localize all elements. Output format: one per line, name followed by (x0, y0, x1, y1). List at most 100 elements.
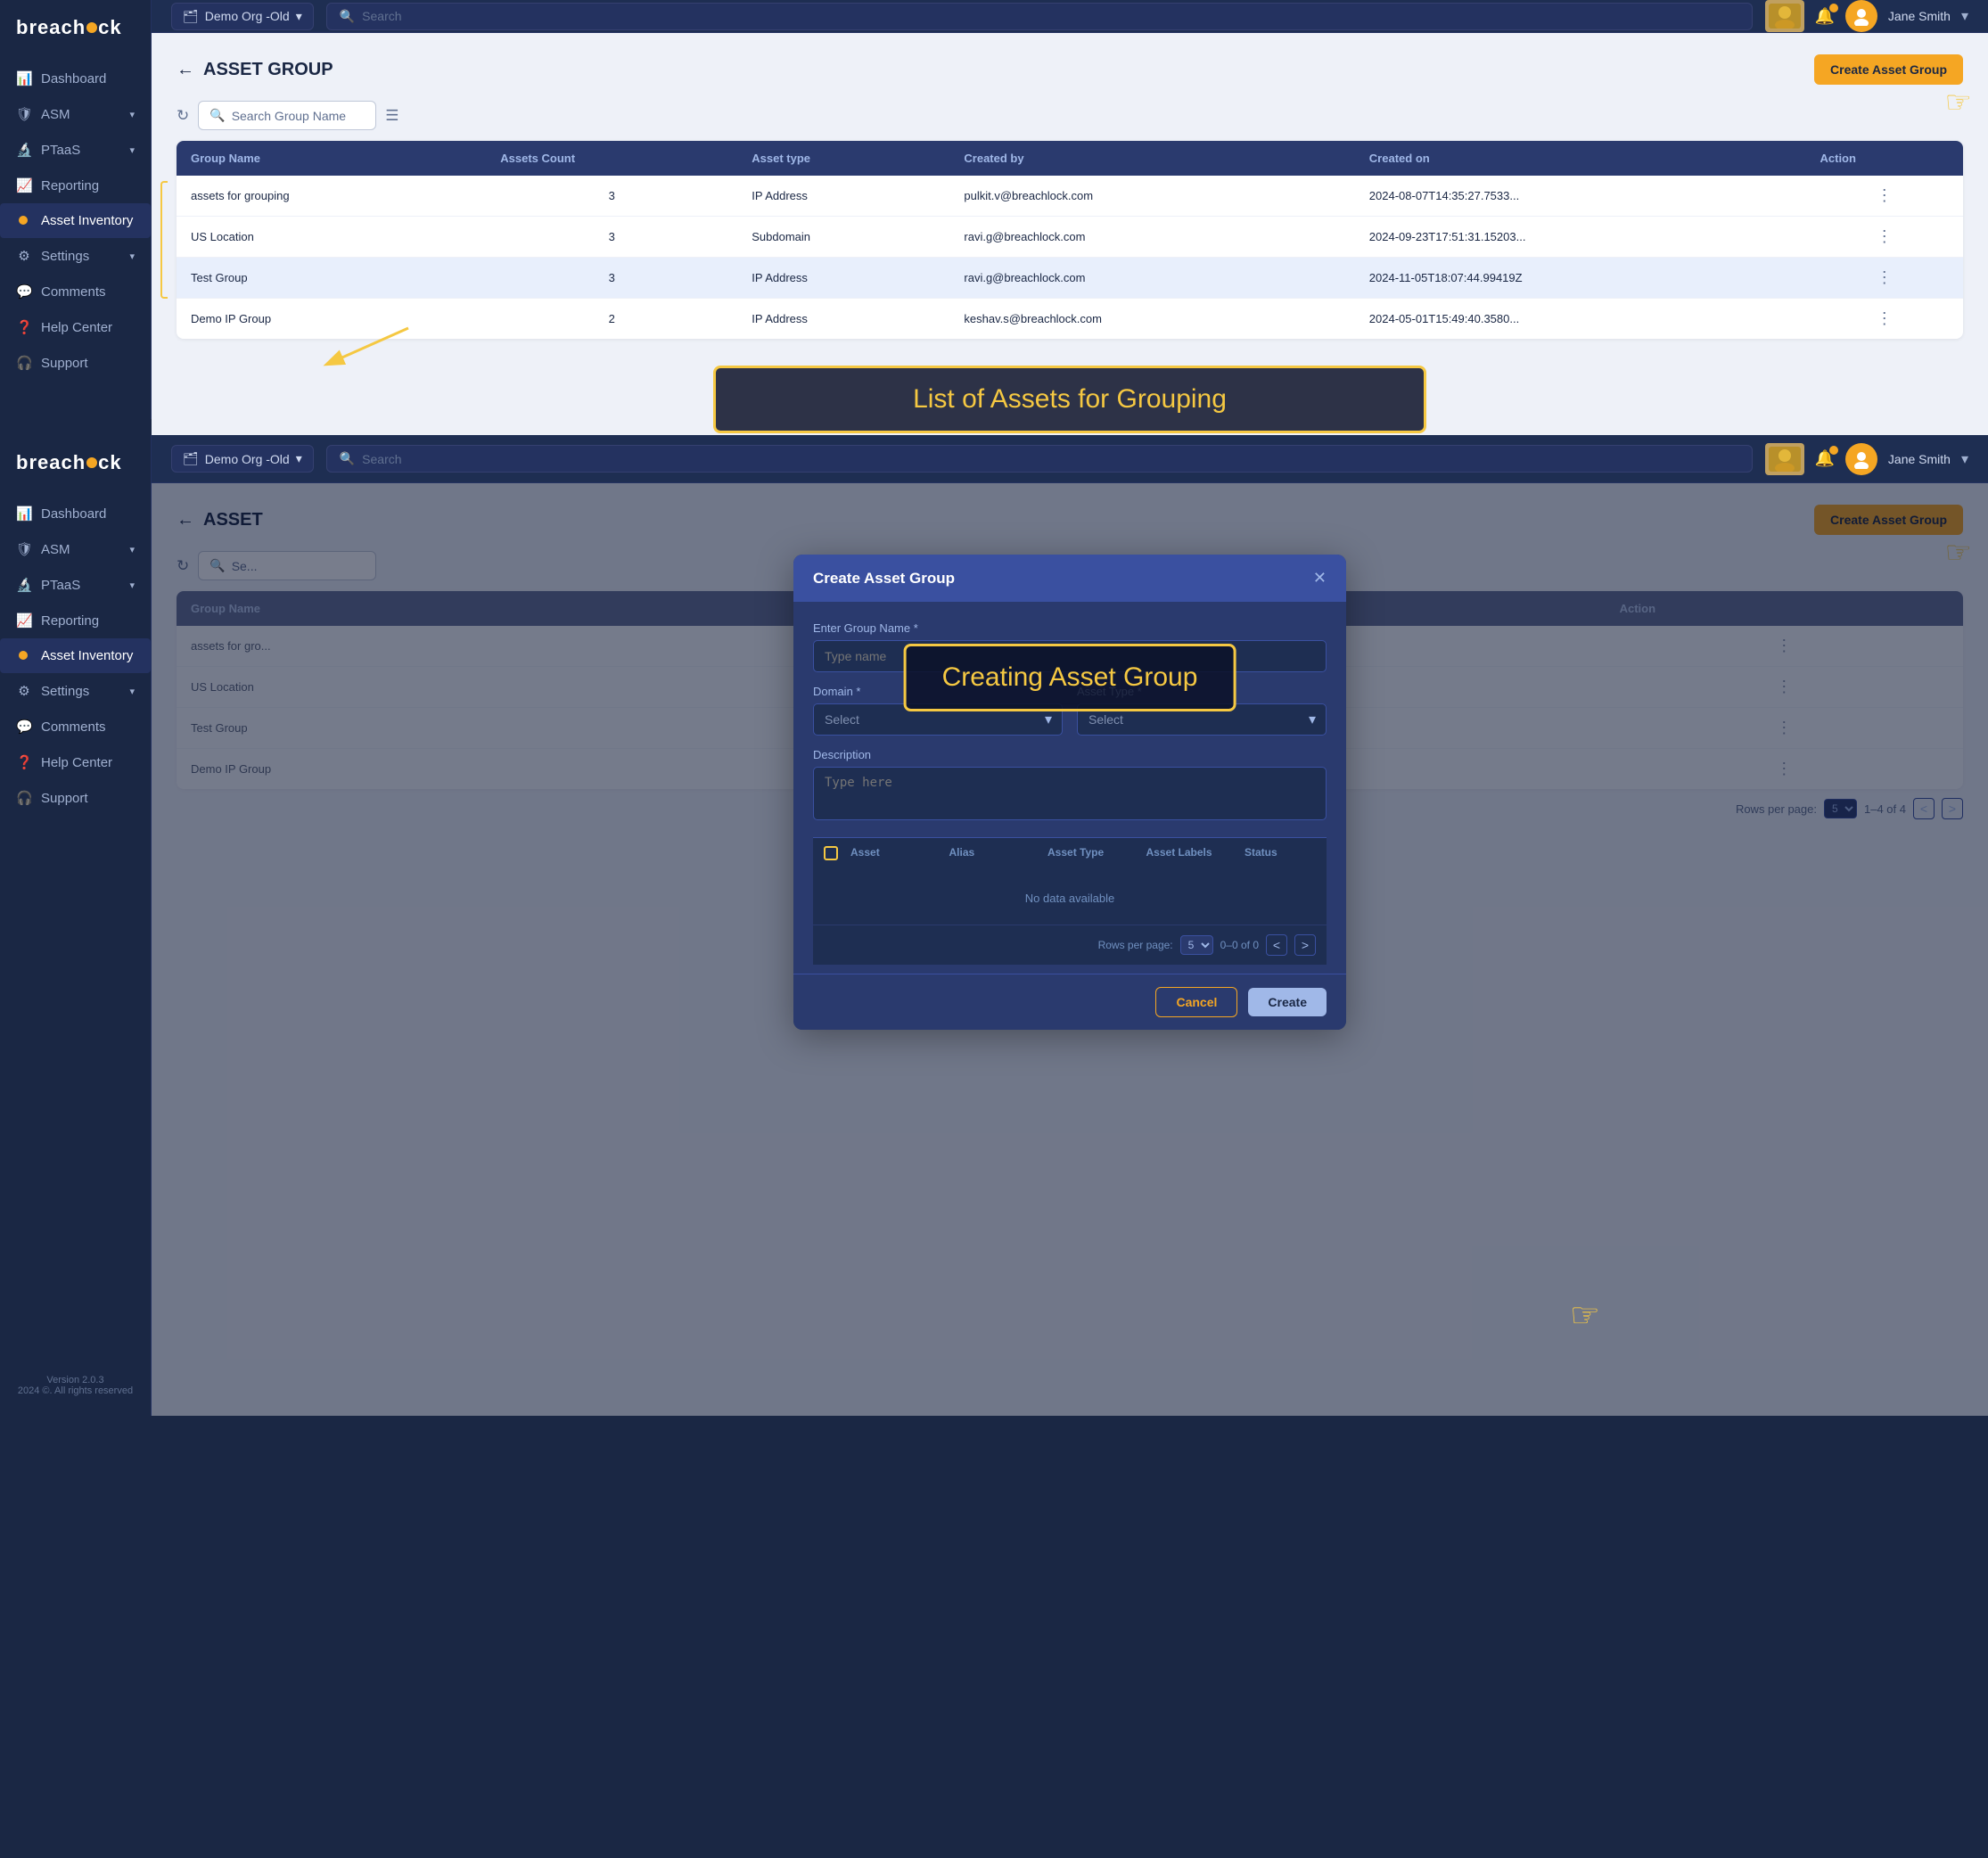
modal-pagination-range: 0–0 of 0 (1220, 939, 1259, 951)
sidebar-item-label: Support (41, 356, 88, 371)
logo-dot (86, 22, 97, 33)
search-icon: 🔍 (209, 108, 225, 123)
chevron-down-icon: ▾ (129, 144, 135, 156)
cell-created-by: ravi.g@breachlock.com (949, 258, 1354, 299)
chevron-down-icon: ▾ (129, 580, 135, 591)
sidebar-bottom-help-center[interactable]: ❓ Help Center (0, 744, 151, 780)
copyright-text: 2024 ©. All rights reserved (16, 1385, 135, 1396)
notification-bell[interactable]: 🔔 (1815, 7, 1835, 26)
sidebar-item-comments[interactable]: 💬 Comments (0, 274, 151, 309)
cancel-button[interactable]: Cancel (1155, 987, 1237, 1017)
thumbnail (1765, 0, 1804, 32)
modal-close-button[interactable]: ✕ (1313, 569, 1327, 588)
table-row: Test Group 3 IP Address ravi.g@breachloc… (177, 258, 1963, 299)
logo: breachck (0, 16, 151, 61)
action-menu-icon[interactable]: ⋮ (1820, 268, 1950, 287)
settings-icon: ⚙ (16, 683, 32, 699)
sidebar-item-label: Comments (41, 719, 106, 735)
annotation-label-top: List of Assets for Grouping (713, 366, 1426, 433)
notification-bell-bottom[interactable]: 🔔 (1815, 449, 1835, 468)
cell-action[interactable]: ⋮ (1806, 217, 1964, 258)
dashboard-icon: 📊 (16, 70, 32, 86)
asset-group-table: Group Name Assets Count Asset type Creat… (177, 141, 1963, 339)
header-search-bottom[interactable]: 🔍 Search (326, 445, 1753, 473)
page-title-text: ASSET GROUP (203, 60, 333, 80)
action-menu-icon[interactable]: ⋮ (1820, 186, 1950, 205)
sidebar-item-ptaas[interactable]: 🔬 PTaaS ▾ (0, 132, 151, 168)
header-search[interactable]: 🔍 Search (326, 3, 1753, 30)
action-menu-icon[interactable]: ⋮ (1820, 227, 1950, 246)
sidebar-bottom-support[interactable]: 🎧 Support (0, 780, 151, 816)
sidebar-bottom-reporting[interactable]: 📈 Reporting (0, 603, 151, 638)
sidebar-item-settings[interactable]: ⚙ Settings ▾ (0, 238, 151, 274)
modal-prev-page-button[interactable]: < (1266, 934, 1287, 956)
sidebar-item-label: Dashboard (41, 506, 106, 522)
help-icon: ❓ (16, 319, 32, 335)
sidebar-version: Version 2.0.3 2024 ©. All rights reserve… (0, 1364, 151, 1407)
cell-action[interactable]: ⋮ (1806, 258, 1964, 299)
annotation-text: List of Assets for Grouping (913, 384, 1227, 414)
sidebar-item-asset-inventory[interactable]: Asset Inventory (0, 203, 151, 238)
cell-created-on: 2024-11-05T18:07:44.99419Z (1355, 258, 1806, 299)
sidebar-item-label: Help Center (41, 320, 112, 335)
sidebar-bottom-asset-inventory[interactable]: Asset Inventory (0, 638, 151, 673)
sidebar-item-help-center[interactable]: ❓ Help Center (0, 309, 151, 345)
sidebar-item-dashboard[interactable]: 📊 Dashboard (0, 61, 151, 96)
user-chevron-icon[interactable]: ▾ (1961, 450, 1968, 468)
no-data-text: No data available (1025, 892, 1114, 905)
chevron-down-icon: ▾ (129, 544, 135, 555)
filter-icon[interactable]: ☰ (385, 107, 398, 125)
col-created-on: Created on (1355, 141, 1806, 176)
org-selector[interactable]: 🗂 Demo Org -Old ▾ (171, 3, 314, 30)
org-icon: 🗂 (183, 9, 199, 24)
sidebar-item-label: Asset Inventory (41, 213, 133, 228)
sidebar-item-support[interactable]: 🎧 Support (0, 345, 151, 381)
col-assets-count: Assets Count (486, 141, 737, 176)
sidebar-bottom-asm[interactable]: 🛡 ASM ▾ (0, 531, 151, 567)
sidebar-bottom-comments[interactable]: 💬 Comments (0, 709, 151, 744)
comments-icon: 💬 (16, 719, 32, 735)
modal-next-page-button[interactable]: > (1294, 934, 1316, 956)
create-asset-group-button[interactable]: Create Asset Group (1814, 54, 1963, 85)
annotation-label-bottom: Creating Asset Group (904, 644, 1236, 711)
cell-asset-type: Subdomain (737, 217, 949, 258)
description-textarea[interactable] (813, 767, 1327, 820)
cell-assets-count: 3 (486, 258, 737, 299)
group-search-input[interactable]: 🔍 Search Group Name (198, 101, 376, 130)
col-alias: Alias (949, 846, 1048, 863)
top-header: 🗂 Demo Org -Old ▾ 🔍 Search 🔔 Jan (152, 0, 1988, 33)
help-icon: ❓ (16, 754, 32, 770)
reporting-icon: 📈 (16, 177, 32, 193)
select-all-checkbox[interactable] (824, 846, 838, 860)
sidebar-item-asm[interactable]: 🛡 ASM ▾ (0, 96, 151, 132)
sidebar-item-reporting[interactable]: 📈 Reporting (0, 168, 151, 203)
user-chevron-icon[interactable]: ▾ (1961, 7, 1968, 25)
avatar-bottom (1845, 443, 1877, 475)
header-right: 🔔 Jane Smith ▾ (1765, 0, 1969, 32)
org-name: Demo Org -Old (205, 452, 290, 466)
description-label: Description (813, 748, 1327, 761)
back-arrow-icon[interactable]: ← (177, 60, 194, 80)
asm-icon: 🛡 (16, 106, 32, 122)
org-selector-bottom[interactable]: 🗂 Demo Org -Old ▾ (171, 445, 314, 473)
cell-action[interactable]: ⋮ (1806, 176, 1964, 217)
dashboard-icon: 📊 (16, 506, 32, 522)
logo-bottom: breachck (0, 451, 151, 496)
support-icon: 🎧 (16, 355, 32, 371)
sidebar-bottom-ptaas[interactable]: 🔬 PTaaS ▾ (0, 567, 151, 603)
cell-action[interactable]: ⋮ (1806, 299, 1964, 340)
asset-inventory-icon (16, 213, 32, 228)
sidebar-item-label: Support (41, 791, 88, 806)
asset-inventory-icon (16, 648, 32, 663)
action-menu-icon[interactable]: ⋮ (1820, 309, 1950, 328)
search-placeholder-text: Search Group Name (232, 109, 346, 123)
create-button[interactable]: Create (1248, 988, 1327, 1016)
user-name-bottom: Jane Smith (1888, 452, 1951, 466)
sidebar-bottom-settings[interactable]: ⚙ Settings ▾ (0, 673, 151, 709)
col-group-name: Group Name (177, 141, 486, 176)
sidebar-item-label: Dashboard (41, 71, 106, 86)
sidebar-bottom-dashboard[interactable]: 📊 Dashboard (0, 496, 151, 531)
modal-rows-per-page-select[interactable]: 5 (1180, 935, 1213, 955)
create-asset-group-modal: Create Asset Group ✕ Enter Group Name * … (793, 555, 1346, 1030)
refresh-icon[interactable]: ↻ (177, 107, 189, 125)
